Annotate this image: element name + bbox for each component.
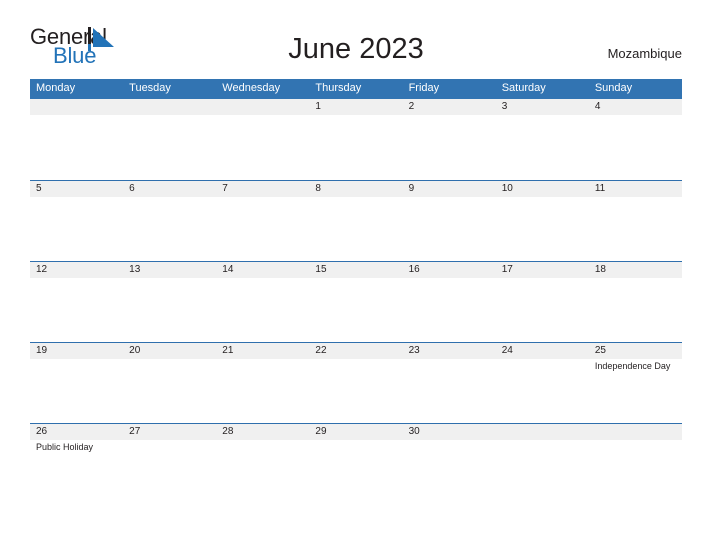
day-cell-16[interactable]: 16 (403, 262, 496, 278)
day-cell-15[interactable]: 15 (309, 262, 402, 278)
event-slot-empty (30, 359, 123, 372)
date-number-strip: 1234 (30, 99, 682, 115)
day-of-week-header-row: Monday Tuesday Wednesday Thursday Friday Satu… (30, 79, 682, 99)
event-slot-empty (403, 197, 496, 199)
event-slot-empty (216, 440, 309, 453)
event-slot-empty (123, 278, 216, 280)
day-cell-24[interactable]: 24 (496, 343, 589, 359)
day-of-week-header-wednesday: Wednesday (222, 82, 281, 94)
day-cell-25[interactable]: 25 (589, 343, 682, 359)
day-cell-12[interactable]: 12 (30, 262, 123, 278)
calendar-week-row: 19 20 21 22 23 24 25 Independence Day (30, 342, 682, 423)
event-slot-empty (216, 359, 309, 372)
event-text-strip: Public Holiday (30, 440, 682, 453)
date-number-strip: 5 6 7 8 9 10 11 (30, 181, 682, 197)
day-of-week-header-saturday: Saturday (501, 82, 546, 94)
event-text-strip (30, 115, 682, 117)
day-of-week-header-thursday: Thursday (315, 82, 362, 94)
event-slot-empty (309, 440, 402, 453)
event-slot-empty (216, 278, 309, 280)
event-slot-empty (496, 359, 589, 372)
page-header: General Blue June 2023 Mozambique (0, 0, 712, 78)
event-slot-empty (309, 115, 402, 117)
day-cell-2[interactable]: 2 (403, 99, 496, 115)
country-label: Mozambique (607, 46, 682, 61)
event-slot-empty (589, 278, 682, 280)
day-cell-9[interactable]: 9 (403, 181, 496, 197)
calendar-weeks: 1 2 3 4 5 6 7 8 9 10 11 12 13 14 15 16 17 18 19 20 21 22 23 24 2… (30, 99, 682, 463)
day-cell-23[interactable]: 23 (403, 343, 496, 359)
holiday-label-25: Independence Day (594, 361, 671, 371)
day-cell-7[interactable]: 7 (216, 181, 309, 197)
day-cell-empty (216, 99, 309, 115)
day-cell-28[interactable]: 28 (216, 424, 309, 440)
day-cell-26[interactable]: 26 (30, 424, 123, 440)
day-cell-6[interactable]: 6 (123, 181, 216, 197)
date-number-strip: 26 27 28 29 30 (30, 424, 682, 440)
event-slot-empty (216, 115, 309, 117)
event-slot-empty (309, 197, 402, 199)
day-cell-empty (496, 424, 589, 440)
event-slot-empty (403, 359, 496, 372)
day-cell-19[interactable]: 19 (30, 343, 123, 359)
day-cell-29[interactable]: 29 (309, 424, 402, 440)
day-cell-20[interactable]: 20 (123, 343, 216, 359)
calendar-week-row: 26 27 28 29 30 Public Holiday (30, 423, 682, 463)
day-cell-11[interactable]: 11 (589, 181, 682, 197)
event-slot-empty (496, 440, 589, 453)
day-cell-empty (589, 424, 682, 440)
event-slot-empty (496, 115, 589, 117)
day-cell-5[interactable]: 5 (30, 181, 123, 197)
day-of-week-header-sunday: Sunday (594, 82, 633, 94)
event-slot-empty (589, 440, 682, 453)
event-slot-empty (496, 197, 589, 199)
day-cell-empty (123, 99, 216, 115)
event-slot-empty (309, 278, 402, 280)
day-cell-21[interactable]: 21 (216, 343, 309, 359)
holiday-label-26: Public Holiday (36, 442, 94, 452)
event-slot-empty (309, 359, 402, 372)
day-cell-10[interactable]: 10 (496, 181, 589, 197)
day-of-week-header-monday: Monday (36, 82, 76, 94)
day-cell-3[interactable]: 3 (496, 99, 589, 115)
event-text-strip (30, 197, 682, 199)
event-slot-empty (123, 197, 216, 199)
day-cell-13[interactable]: 13 (123, 262, 216, 278)
day-cell-4[interactable]: 4 (589, 99, 682, 115)
day-cell-14[interactable]: 14 (216, 262, 309, 278)
calendar-grid: Monday Tuesday Wednesday Thursday Friday Satu… (30, 79, 682, 463)
calendar-week-row: 1234 (30, 99, 682, 180)
day-cell-empty (30, 99, 123, 115)
event-slot-empty (403, 278, 496, 280)
calendar-week-row: 5 6 7 8 9 10 11 (30, 180, 682, 261)
event-slot-empty (30, 115, 123, 117)
event-slot-empty (496, 278, 589, 280)
event-slot-empty (403, 115, 496, 117)
day-of-week-header-tuesday: Tuesday (129, 82, 171, 94)
date-number-strip: 12 13 14 15 16 17 18 (30, 262, 682, 278)
day-cell-1[interactable]: 1 (309, 99, 402, 115)
event-slot-empty (123, 359, 216, 372)
day-cell-8[interactable]: 8 (309, 181, 402, 197)
event-slot-empty (589, 115, 682, 117)
event-slot-empty (123, 440, 216, 453)
day-cell-30[interactable]: 30 (403, 424, 496, 440)
day-cell-18[interactable]: 18 (589, 262, 682, 278)
event-slot-empty (30, 197, 123, 199)
day-cell-22[interactable]: 22 (309, 343, 402, 359)
event-text-strip (30, 278, 682, 280)
event-slot-empty (403, 440, 496, 453)
event-slot-empty (30, 278, 123, 280)
date-number-strip: 19 20 21 22 23 24 25 (30, 343, 682, 359)
event-slot-empty (589, 197, 682, 199)
event-text-strip: Independence Day (30, 359, 682, 372)
day-cell-17[interactable]: 17 (496, 262, 589, 278)
event-slot-empty (123, 115, 216, 117)
calendar-week-row: 12 13 14 15 16 17 18 (30, 261, 682, 342)
event-slot-empty (216, 197, 309, 199)
day-cell-27[interactable]: 27 (123, 424, 216, 440)
page-title: June 2023 (288, 33, 424, 65)
day-of-week-header-friday: Friday (408, 82, 440, 94)
